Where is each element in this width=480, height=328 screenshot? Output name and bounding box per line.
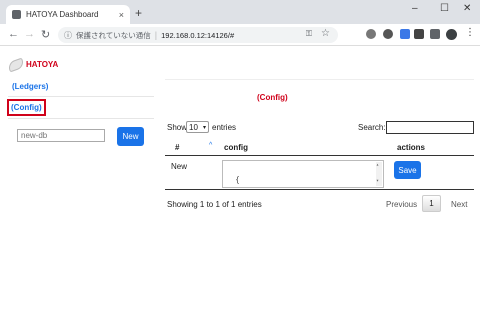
column-header-number[interactable]: # <box>175 143 179 152</box>
browser-titlebar: HATOYA Dashboard × + – ☐ ✕ <box>0 0 480 24</box>
sidebar-item-ledgers[interactable]: (Ledgers) <box>12 82 48 91</box>
table-footer-divider <box>165 189 474 190</box>
window-maximize-button[interactable]: ☐ <box>440 3 449 14</box>
sort-asc-icon[interactable]: ^ <box>209 142 212 149</box>
row-number: New <box>171 162 188 171</box>
security-status: 保護されていない通信 <box>76 30 151 40</box>
config-scrollbar[interactable] <box>376 161 382 186</box>
page-title: (Config) <box>257 93 288 102</box>
back-button[interactable]: ← <box>8 28 19 40</box>
pigeon-logo-icon <box>8 57 24 71</box>
new-db-button[interactable]: New <box>117 127 144 146</box>
logo-text: HATOYA <box>26 59 59 69</box>
entries-label: entries <box>212 123 237 132</box>
pagination-previous[interactable]: Previous <box>386 200 417 209</box>
tab-close-icon[interactable]: × <box>119 10 124 20</box>
window-minimize-button[interactable]: – <box>412 3 418 14</box>
sidebar-divider <box>8 118 154 119</box>
bookmark-star-icon[interactable]: ☆ <box>321 28 330 39</box>
chevron-down-icon: ▾ <box>202 124 206 131</box>
table-header-divider <box>165 155 474 156</box>
search-label: Search: <box>358 123 386 132</box>
sidebar-item-config[interactable]: (Config) <box>7 99 46 116</box>
page-size-select[interactable]: 10 ▾ <box>186 121 209 133</box>
forward-button[interactable]: → <box>24 28 35 40</box>
new-db-input[interactable] <box>17 129 105 142</box>
search-input[interactable] <box>386 121 474 134</box>
browser-tab[interactable]: HATOYA Dashboard × <box>6 5 130 24</box>
extension-icon-1[interactable] <box>366 29 376 39</box>
window-close-button[interactable]: ✕ <box>463 3 471 14</box>
info-icon[interactable]: ⓘ <box>64 30 72 41</box>
reload-button[interactable]: ↻ <box>41 28 50 41</box>
config-textarea[interactable]: { "name":"name", <box>222 160 384 188</box>
pagination-current-page[interactable]: 1 <box>422 195 441 212</box>
address-separator: | <box>154 30 158 40</box>
column-header-actions[interactable]: actions <box>397 143 425 152</box>
extension-icon-2[interactable] <box>383 29 393 39</box>
tab-title: HATOYA Dashboard <box>26 10 99 19</box>
app-logo: HATOYA <box>8 57 58 71</box>
sidebar-divider <box>8 96 154 97</box>
config-text: { "name":"name", <box>235 177 240 185</box>
column-header-config[interactable]: config <box>224 143 248 152</box>
extension-icon-4[interactable] <box>414 29 424 39</box>
main-divider <box>165 79 474 80</box>
save-button[interactable]: Save <box>394 161 421 179</box>
page-favicon-icon <box>12 10 21 19</box>
show-label: Show <box>167 123 188 132</box>
profile-avatar[interactable] <box>446 29 457 40</box>
address-bar[interactable]: ⓘ 保護されていない通信 | 192.168.0.12:14126/# ⚿ ☆ <box>58 27 338 43</box>
page-size-value: 10 <box>189 122 198 132</box>
browser-menu-icon[interactable]: ⋮ <box>465 27 475 38</box>
table-info: Showing 1 to 1 of 1 entries <box>167 200 262 209</box>
browser-toolbar: ← → ↻ ⓘ 保護されていない通信 | 192.168.0.12:14126/… <box>0 24 480 46</box>
new-tab-button[interactable]: + <box>135 6 142 20</box>
pagination-next[interactable]: Next <box>451 200 467 209</box>
key-icon[interactable]: ⚿ <box>306 29 312 39</box>
extension-icon-3[interactable] <box>400 29 410 39</box>
puzzle-icon[interactable] <box>430 29 440 39</box>
url-text: 192.168.0.12:14126/# <box>161 30 235 40</box>
